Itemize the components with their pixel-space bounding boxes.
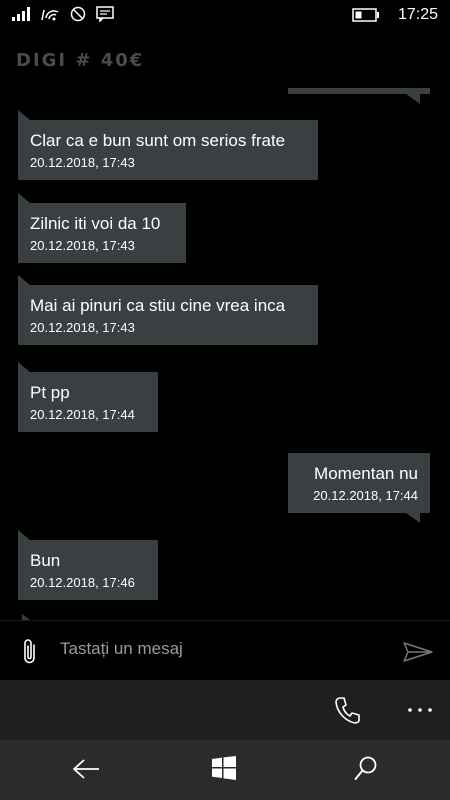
message-text: Zilnic iti voi da 10 <box>30 214 161 233</box>
status-time: 17:25 <box>397 6 438 23</box>
message-bubble-incoming[interactable]: Pt pp 20.12.2018, 17:44 <box>18 362 158 432</box>
message-text: Bun <box>30 551 61 570</box>
message-bubble-incoming[interactable]: Mai ai pinuri ca stiu cine vrea inca 20.… <box>18 275 318 345</box>
message-timestamp: 20.12.2018, 17:43 <box>30 320 135 335</box>
conversation-title: DIGI # 40€ <box>16 50 145 71</box>
do-not-disturb-icon <box>70 6 86 22</box>
message-timestamp: 20.12.2018, 17:44 <box>313 488 418 503</box>
message-timestamp: 20.12.2018, 17:43 <box>30 155 135 170</box>
compose-bar: Tastați un mesaj <box>0 620 450 681</box>
message-bubble-incoming[interactable]: Bun 20.12.2018, 17:46 <box>18 530 158 600</box>
message-timestamp: 20.12.2018, 17:44 <box>30 407 135 422</box>
message-bubble-incoming[interactable]: Zilnic iti voi da 10 20.12.2018, 17:43 <box>18 193 186 263</box>
message-thread[interactable]: Clar ca e bun sunt om serios frate 20.12… <box>0 80 450 620</box>
message-text: Mai ai pinuri ca stiu cine vrea inca <box>30 296 286 315</box>
status-icons-left <box>12 6 114 22</box>
signal-icon <box>12 7 30 21</box>
message-text: Clar ca e bun sunt om serios frate <box>30 131 286 150</box>
app-bar <box>0 680 450 740</box>
status-icons-right: 17:25 <box>352 6 438 24</box>
message-text: Momentan nu <box>314 464 418 483</box>
message-bubble-incoming[interactable]: Clar ca e bun sunt om serios frate 20.12… <box>18 110 318 180</box>
status-bar: 17:25 <box>0 0 450 32</box>
message-timestamp: 20.12.2018, 17:46 <box>30 575 135 590</box>
send-icon[interactable] <box>402 641 434 663</box>
attach-icon[interactable] <box>20 637 40 665</box>
more-icon[interactable] <box>408 708 432 712</box>
phone-icon[interactable] <box>334 696 360 724</box>
windows-icon[interactable] <box>212 756 236 780</box>
back-icon[interactable] <box>72 758 100 780</box>
navigation-bar <box>0 740 450 800</box>
message-notification-icon <box>96 6 114 22</box>
message-text: Pt pp <box>30 383 70 402</box>
wifi-calling-icon <box>40 6 60 22</box>
message-input[interactable]: Tastați un mesaj <box>60 639 183 659</box>
partial-message-bubble <box>288 88 430 104</box>
battery-icon <box>352 8 380 22</box>
search-icon[interactable] <box>354 756 378 782</box>
message-bubble-outgoing[interactable]: Momentan nu 20.12.2018, 17:44 <box>288 453 430 523</box>
message-timestamp: 20.12.2018, 17:43 <box>30 238 135 253</box>
